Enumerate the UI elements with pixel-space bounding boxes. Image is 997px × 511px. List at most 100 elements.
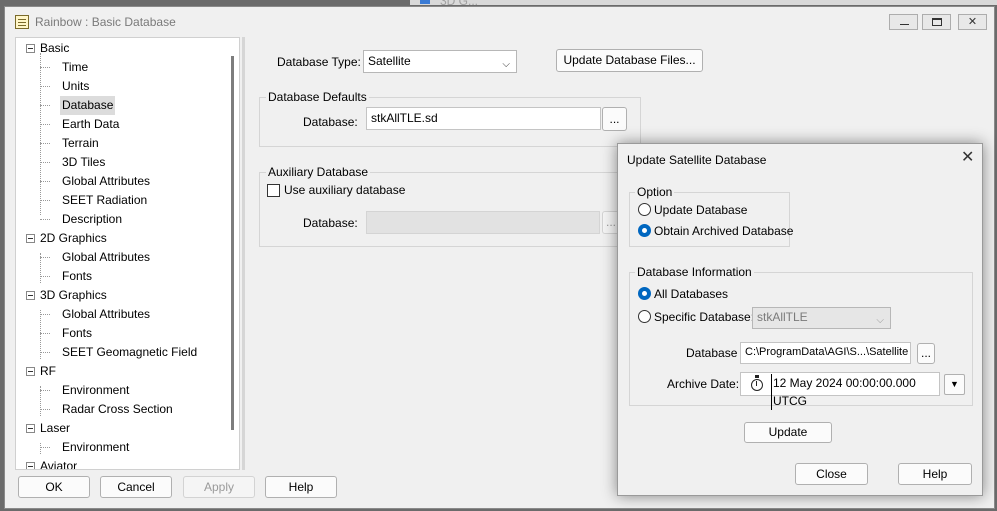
archive-date-label: Archive Date: [667,377,740,391]
tree-connector [40,143,50,144]
group-title: Option [635,185,675,199]
update-database-label: Update Database [654,203,748,217]
collapse-icon[interactable] [26,424,35,433]
tree-item-label: Radar Cross Section [62,402,173,416]
tree-node-label: Laser [40,421,71,435]
tree-item-label: Database [60,96,116,115]
group-title: Database Information [635,265,754,279]
database-type-label: Database Type: [277,55,361,69]
category-tree[interactable]: Basic Time Units Database Earth Data Ter… [15,37,240,470]
tree-item-label: Global Attributes [62,307,151,321]
tree-item-label: 3D Tiles [62,155,106,169]
title-bar: Rainbow : Basic Database ✕ [5,7,994,37]
database-type-value: Satellite [368,54,411,68]
update-satellite-database-dialog: Update Satellite Database ✕ Option Updat… [617,143,983,496]
background-app-icon [420,0,430,4]
tree-item-label: Global Attributes [62,250,151,264]
tree-item-label: Description [62,212,123,226]
update-button[interactable]: Update [744,422,832,443]
collapse-icon[interactable] [26,367,35,376]
collapse-icon[interactable] [26,462,35,469]
tree-scrollbar[interactable] [231,56,234,430]
tree-connector [40,352,50,353]
archive-date-value: 12 May 2024 00:00:00.000 UTCG [771,374,939,410]
option-group: Option [629,185,790,247]
tree-connector [40,124,50,125]
dialog-title: Update Satellite Database [627,153,767,167]
tree-connector [40,443,41,454]
archive-date-field[interactable]: 12 May 2024 00:00:00.000 UTCG [740,372,940,410]
close-window-button[interactable]: ✕ [958,14,987,30]
tree-node-label: Aviator [40,459,78,470]
tree-item-label: Global Attributes [62,174,151,188]
specific-database-select: stkAllTLE ⌵ [752,307,891,329]
caret-down-icon: ▼ [950,379,959,389]
database-browse-button[interactable]: ... [602,107,627,131]
database-path-browse-button[interactable]: ... [917,343,935,364]
minimize-icon [900,24,909,25]
cancel-button[interactable]: Cancel [100,476,172,498]
dialog-close-button[interactable]: Close [795,463,868,485]
tree-connector [40,219,50,220]
window-title: Rainbow : Basic Database [35,15,176,29]
tree-connector [40,447,50,448]
tree-connector [40,67,50,68]
tree-item-label: Fonts [62,326,93,340]
auxiliary-database-field [366,211,600,234]
tree-node-label: 3D Graphics [40,288,107,302]
stopwatch-icon[interactable] [751,375,763,391]
maximize-icon [932,18,942,26]
app-notepad-icon [15,15,29,29]
tree-node-label: Basic [40,41,70,55]
tree-connector [40,200,50,201]
obtain-archived-database-label: Obtain Archived Database [654,224,794,238]
all-databases-radio[interactable] [638,287,651,300]
tree-connector [40,390,50,391]
specific-database-label: Specific Database: [654,310,755,324]
database-type-select[interactable]: Satellite ⌵ [363,50,517,73]
background-window-strip: 3D G... [410,0,997,8]
tree-node-label: RF [40,364,56,378]
tree-connector [40,53,41,215]
maximize-button[interactable] [922,14,951,30]
tree-item-label: Time [62,60,89,74]
group-title: Auxiliary Database [266,165,371,179]
tree-item-label: Fonts [62,269,93,283]
obtain-archived-database-radio[interactable] [638,224,651,237]
tree-connector [40,105,50,106]
collapse-icon[interactable] [26,291,35,300]
use-auxiliary-database-checkbox[interactable] [267,184,280,197]
collapse-icon[interactable] [26,234,35,243]
chevron-down-icon: ⌵ [502,59,510,70]
help-button[interactable]: Help [265,476,337,498]
update-database-files-button[interactable]: Update Database Files... [556,49,703,72]
collapse-icon[interactable] [26,44,35,53]
archive-date-dropdown-button[interactable]: ▼ [944,374,965,395]
specific-database-value: stkAllTLE [757,310,808,324]
group-title: Database Defaults [266,90,369,104]
update-database-radio[interactable] [638,203,651,216]
dialog-help-button[interactable]: Help [898,463,972,485]
tree-node-label: 2D Graphics [40,231,107,245]
tree-item-label: Earth Data [62,117,120,131]
pane-splitter[interactable] [242,37,245,470]
tree-connector [40,409,50,410]
tree-connector [40,86,50,87]
database-path-field[interactable]: C:\ProgramData\AGI\S...\Satellite [740,342,911,364]
tree-connector [40,314,50,315]
chevron-down-icon: ⌵ [876,315,884,326]
tree-item-label: Terrain [62,136,99,150]
database-field[interactable]: stkAllTLE.sd [366,107,601,130]
ok-button[interactable]: OK [18,476,90,498]
close-icon: ✕ [967,16,978,28]
apply-button: Apply [183,476,255,498]
all-databases-label: All Databases [654,287,729,301]
tree-item-label: SEET Radiation [62,193,148,207]
specific-database-radio[interactable] [638,310,651,323]
tree-connector [40,181,50,182]
minimize-button[interactable] [889,14,918,30]
dialog-close-icon[interactable]: ✕ [961,150,974,166]
tree-item-label: SEET Geomagnetic Field [62,345,198,359]
database-path-label: Database [686,346,738,360]
tree-connector [40,257,50,258]
